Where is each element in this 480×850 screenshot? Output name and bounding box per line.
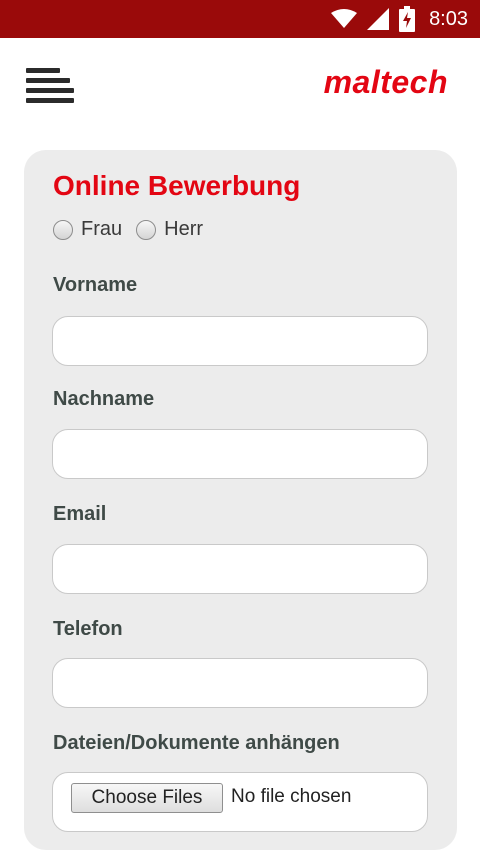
form-title: Online Bewerbung xyxy=(53,170,301,201)
radio-herr[interactable]: Herr xyxy=(136,218,203,241)
choose-files-button[interactable]: Choose Files xyxy=(71,783,223,813)
phone-label: Telefon xyxy=(53,618,123,640)
phone-input[interactable] xyxy=(52,658,428,708)
email-label: Email xyxy=(53,503,107,525)
last-name-label: Nachname xyxy=(53,388,155,410)
radio-button[interactable] xyxy=(53,219,73,240)
first-name-input[interactable] xyxy=(52,316,428,366)
cellular-signal-icon xyxy=(367,8,390,30)
attachments-label: Dateien/Dokumente anhängen xyxy=(53,732,340,754)
radio-label-frau: Frau xyxy=(81,218,123,240)
battery-charging-icon xyxy=(399,6,416,32)
application-form-card: Online Bewerbung Frau Herr Vorname Nachn… xyxy=(24,150,457,850)
first-name-label: Vorname xyxy=(53,274,138,296)
status-time: 8:03 xyxy=(429,7,468,30)
last-name-input[interactable] xyxy=(52,429,428,479)
file-status-text: No file chosen xyxy=(231,786,352,807)
wifi-icon xyxy=(331,9,358,29)
file-upload-field[interactable]: Choose Files No file chosen xyxy=(52,772,428,832)
salutation-radio-group: Frau Herr xyxy=(53,218,217,241)
email-input[interactable] xyxy=(52,544,428,594)
status-bar: 8:03 xyxy=(0,0,480,38)
status-icons: 8:03 xyxy=(331,0,468,38)
app-header: maltech xyxy=(0,38,480,138)
radio-label-herr: Herr xyxy=(164,218,204,240)
radio-frau[interactable]: Frau xyxy=(53,218,122,241)
hamburger-menu-icon[interactable] xyxy=(26,68,74,108)
maltech-logo[interactable]: maltech xyxy=(324,64,448,101)
radio-button[interactable] xyxy=(136,219,157,240)
